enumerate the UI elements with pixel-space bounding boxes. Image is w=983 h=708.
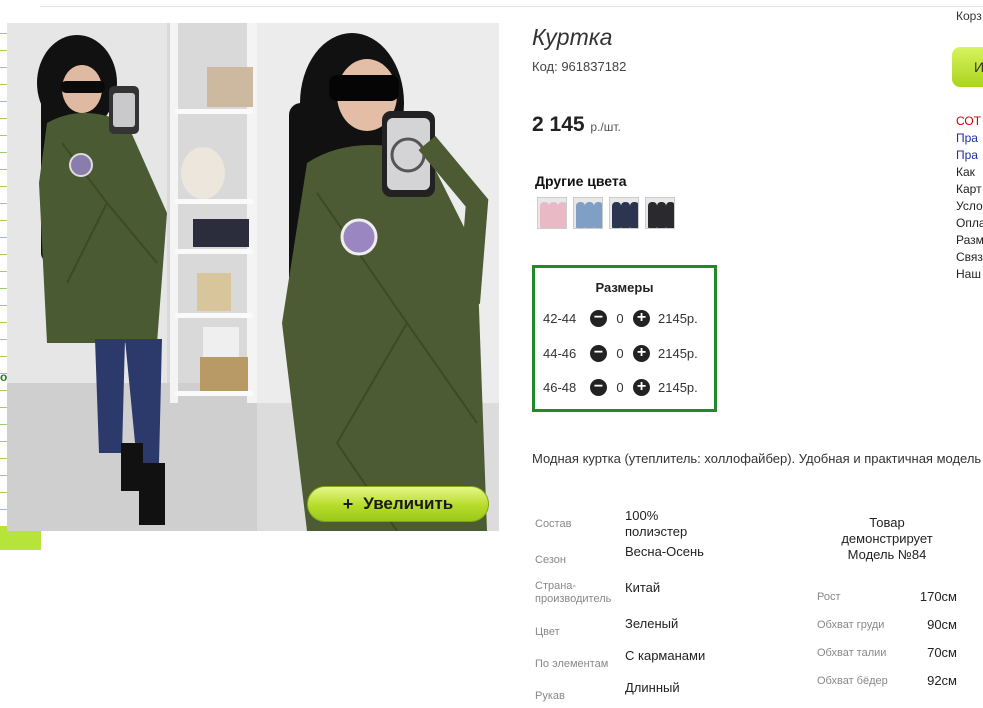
property-value: Зеленый [625, 616, 679, 631]
product-title: Куртка [532, 24, 613, 50]
property-value: С карманами [625, 648, 706, 663]
measurement-key: Обхват талии [817, 647, 887, 659]
price-unit: р./шт. [590, 120, 621, 134]
other-colors-heading: Другие цвета [535, 173, 627, 189]
property-key: Состав [535, 518, 572, 530]
size-price: 2145р. [658, 310, 698, 326]
size-label: 44-46 [543, 345, 577, 361]
swatch-figure [630, 202, 638, 228]
measurement-row: Обхват бёдер 92см [817, 673, 959, 689]
property-key: Цвет [535, 626, 560, 638]
measurement-row: Рост 170см [817, 589, 959, 605]
size-label: 42-44 [543, 310, 577, 326]
sidebar-green-button[interactable]: И [952, 47, 983, 87]
product-photo[interactable]: + Увеличить [7, 23, 499, 531]
measurement-key: Обхват груди [817, 619, 885, 631]
sidebar-link[interactable]: Карт [956, 181, 983, 198]
model-heading: Товар демонстрирует Модель №84 [841, 515, 933, 562]
property-key: По элементам [535, 658, 609, 670]
size-price: 2145р. [658, 379, 698, 395]
plus-icon[interactable]: + [633, 378, 650, 396]
swatch-figure [558, 202, 566, 228]
top-divider [40, 6, 983, 7]
color-swatches [537, 197, 675, 229]
swatch-figure [612, 202, 621, 228]
swatch-figure [540, 202, 549, 228]
sidebar-link[interactable]: Как [956, 164, 983, 181]
color-swatch-blue[interactable] [573, 197, 603, 229]
swatch-figure [594, 202, 602, 228]
zoom-button-label: Увеличить [363, 494, 454, 513]
product-photo-image [7, 23, 499, 531]
measurement-row: Обхват груди 90см [817, 617, 959, 633]
measurement-row: Обхват талии 70см [817, 645, 959, 661]
swatch-figure [621, 202, 630, 228]
color-swatch-navy[interactable] [609, 197, 639, 229]
color-swatch-black[interactable] [645, 197, 675, 229]
sidebar-link[interactable]: Опла [956, 215, 983, 232]
sidebar-link[interactable]: Усло [956, 198, 983, 215]
size-row: 46-48−0 +2145р. [543, 378, 698, 396]
product-price: 2 145 р./шт. [532, 113, 621, 137]
measurement-key: Обхват бёдер [817, 675, 888, 687]
plus-icon[interactable]: + [633, 344, 650, 362]
product-description: Модная куртка (утеплитель: холлофайбер).… [532, 451, 982, 466]
property-key: Рукав [535, 690, 565, 702]
sidebar-link[interactable]: Связ [956, 249, 983, 266]
price-value: 2 145 [532, 113, 585, 136]
sidebar-link[interactable]: Пра [956, 147, 983, 164]
measurement-key: Рост [817, 591, 841, 603]
property-value: Китай [625, 580, 661, 595]
zoom-button[interactable]: + Увеличить [307, 486, 489, 522]
minus-icon[interactable]: − [590, 309, 607, 327]
swatch-figure [576, 202, 585, 228]
sidebar-link[interactable]: Разм [956, 232, 983, 249]
size-price: 2145р. [658, 345, 698, 361]
property-value: Весна-Осень [625, 544, 704, 559]
size-quantity: 0 [616, 345, 624, 361]
color-swatch-pink[interactable] [537, 197, 567, 229]
plus-icon: + [342, 493, 354, 514]
size-row: 42-44−0 +2145р. [543, 309, 698, 327]
minus-icon[interactable]: − [590, 378, 607, 396]
plus-icon[interactable]: + [633, 309, 650, 327]
sizes-heading: Размеры [595, 280, 654, 295]
size-row: 44-46−0 +2145р. [543, 344, 698, 362]
right-sidebar: Корз И СОТ Пра Пра Как Карт Усло Опла Разм Связ Н… [952, 0, 983, 708]
size-quantity: 0 [616, 379, 624, 395]
size-quantity: 0 [616, 310, 624, 326]
minus-icon[interactable]: − [590, 344, 607, 362]
sizes-panel: Размеры 42-44−0 +2145р. 44-46−0 +2145р. 46-4… [532, 265, 717, 412]
property-value: Длинный [625, 680, 680, 695]
sidebar-link[interactable]: Наш [956, 266, 983, 283]
cart-link[interactable]: Корз [956, 9, 982, 23]
swatch-figure [666, 202, 674, 228]
sidebar-links: СОТ Пра Пра Как Карт Усло Опла Разм Связ Наш [956, 113, 983, 283]
property-key: Страна-производитель [535, 580, 612, 605]
swatch-figure [585, 202, 594, 228]
sidebar-link[interactable]: СОТ [956, 113, 983, 130]
swatch-figure [657, 202, 666, 228]
swatch-figure [549, 202, 558, 228]
property-value: 100% полиэстер [625, 508, 688, 539]
property-key: Сезон [535, 554, 566, 566]
swatch-figure [648, 202, 657, 228]
size-label: 46-48 [543, 379, 577, 395]
sidebar-link[interactable]: Пра [956, 130, 983, 147]
product-code: Код: 961837182 [532, 59, 627, 74]
